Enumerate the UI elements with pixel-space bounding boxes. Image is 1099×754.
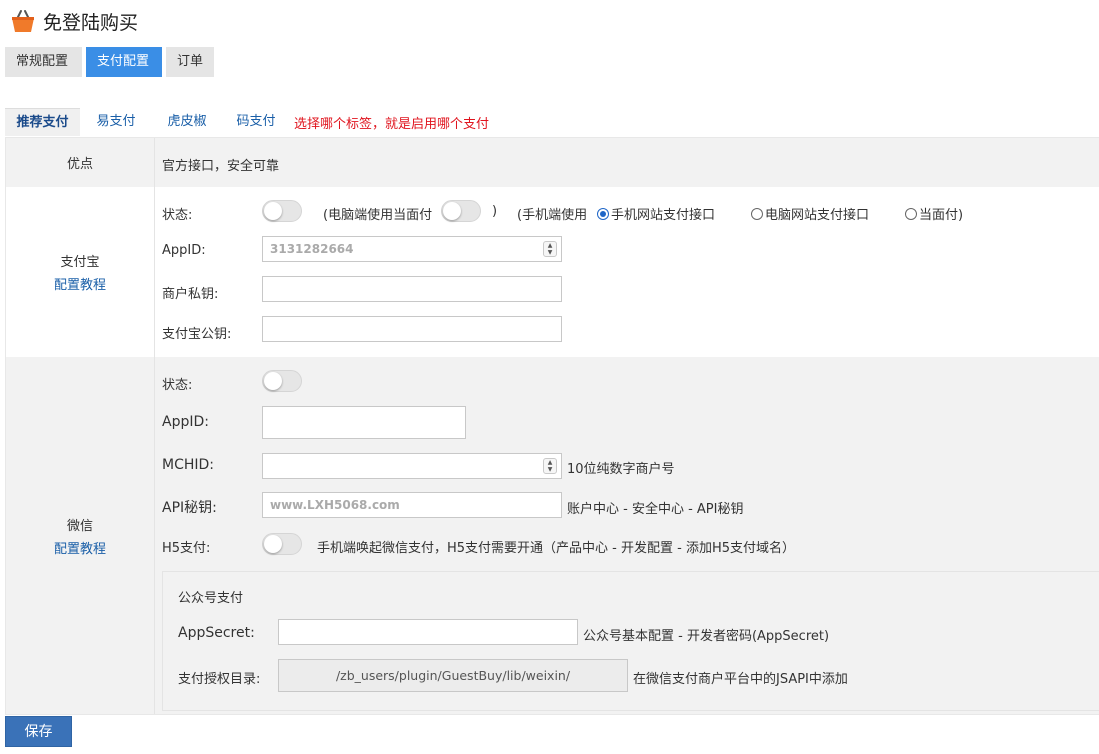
alipay-close-paren: ): [492, 204, 498, 219]
wechat-h5-label: H5支付:: [162, 541, 211, 556]
save-button[interactable]: 保存: [5, 716, 72, 747]
spinner-icon[interactable]: ▲ ▼: [543, 241, 557, 257]
wechat-api-key-note: 账户中心 - 安全中心 - API秘钥: [567, 502, 744, 517]
alipay-label: 支付宝: [60, 255, 100, 270]
wechat-label: 微信: [66, 518, 93, 534]
tab-general-config[interactable]: 常规配置: [5, 47, 82, 77]
auth-dir-note: 在微信支付商户平台中的JSAPI中添加: [633, 672, 848, 687]
alipay-public-key-input[interactable]: [262, 316, 562, 342]
payment-form: 优点 官方接口，安全可靠 支付宝 配置教程 状态: (电脑端使用当面付 ) (手…: [5, 137, 1099, 715]
alipay-appid-label: AppID:: [162, 243, 206, 258]
alipay-pc-face-pay-label: (电脑端使用当面付: [323, 208, 433, 223]
wechat-appid-label: AppID:: [162, 414, 209, 430]
tab-orders[interactable]: 订单: [166, 47, 214, 77]
tab-hint: 选择哪个标签，就是启用哪个支付: [294, 116, 490, 132]
wechat-h5-toggle[interactable]: [262, 533, 302, 555]
wechat-status-label: 状态:: [162, 378, 193, 393]
alipay-public-key-label: 支付宝公钥:: [162, 327, 232, 342]
wechat-mchid-label: MCHID:: [162, 457, 215, 473]
alipay-pc-face-pay-toggle[interactable]: [441, 200, 481, 222]
auth-dir-input[interactable]: /zb_users/plugin/GuestBuy/lib/weixin/: [278, 659, 628, 692]
auth-dir-label: 支付授权目录:: [178, 672, 261, 687]
appsecret-note: 公众号基本配置 - 开发者密码(AppSecret): [583, 629, 830, 644]
top-tabs: 常规配置 支付配置 订单: [5, 47, 218, 77]
alipay-row: 支付宝 配置教程 状态: (电脑端使用当面付 ) (手机端使用 手机网站支付接口…: [6, 187, 1099, 357]
tab-recommended-pay[interactable]: 推荐支付: [5, 108, 80, 136]
spinner-icon[interactable]: ▲ ▼: [543, 458, 557, 474]
advantage-row: 优点 官方接口，安全可靠: [6, 138, 1099, 187]
wechat-h5-note: 手机端唤起微信支付，H5支付需要开通（产品中心 - 开发配置 - 添加H5支付域…: [317, 541, 796, 556]
wechat-mchid-note: 10位纯数字商户号: [567, 462, 675, 477]
alipay-private-key-input[interactable]: [262, 276, 562, 302]
tab-ma-pay[interactable]: 码支付: [222, 108, 290, 136]
wechat-mchid-input[interactable]: ▲ ▼: [262, 453, 562, 479]
shopping-basket-icon: [12, 10, 34, 32]
tab-hupijiao[interactable]: 虎皮椒: [152, 108, 222, 136]
alipay-tutorial-link[interactable]: 配置教程: [54, 274, 106, 293]
tab-payment-config[interactable]: 支付配置: [86, 47, 162, 77]
payment-tabs: 推荐支付 易支付 虎皮椒 码支付 选择哪个标签，就是启用哪个支付: [5, 108, 489, 136]
official-account-pay-title: 公众号支付: [178, 591, 244, 606]
wechat-appid-input[interactable]: [262, 406, 466, 439]
wechat-status-toggle[interactable]: [262, 370, 302, 392]
advantage-text: 官方接口，安全可靠: [162, 159, 280, 174]
wechat-row: 微信 配置教程 状态: AppID: MCHID: ▲ ▼ 10位纯数字商户号 A…: [6, 357, 1099, 714]
alipay-appid-input[interactable]: 3131282664 ▲ ▼: [262, 236, 562, 262]
official-account-pay-box: 公众号支付 AppSecret: 公众号基本配置 - 开发者密码(AppSecr…: [162, 571, 1099, 711]
radio-face-pay[interactable]: 当面付): [905, 204, 963, 223]
wechat-api-key-label: API秘钥:: [162, 500, 217, 516]
alipay-status-toggle[interactable]: [262, 200, 302, 222]
wechat-tutorial-link[interactable]: 配置教程: [54, 538, 106, 557]
appsecret-input[interactable]: [278, 619, 578, 645]
tab-yi-pay[interactable]: 易支付: [80, 108, 152, 136]
alipay-status-label: 状态:: [162, 208, 193, 223]
page-header: 免登陆购买: [10, 6, 138, 36]
advantage-label: 优点: [66, 157, 93, 172]
radio-pc-web-pay[interactable]: 电脑网站支付接口: [751, 204, 869, 223]
wechat-api-key-input[interactable]: www.LXH5068.com: [262, 492, 562, 518]
alipay-private-key-label: 商户私钥:: [162, 287, 219, 302]
appsecret-label: AppSecret:: [178, 625, 255, 641]
radio-mobile-web-pay[interactable]: 手机网站支付接口: [597, 204, 715, 223]
page-title: 免登陆购买: [43, 11, 139, 34]
alipay-mobile-label: (手机端使用: [517, 208, 588, 223]
